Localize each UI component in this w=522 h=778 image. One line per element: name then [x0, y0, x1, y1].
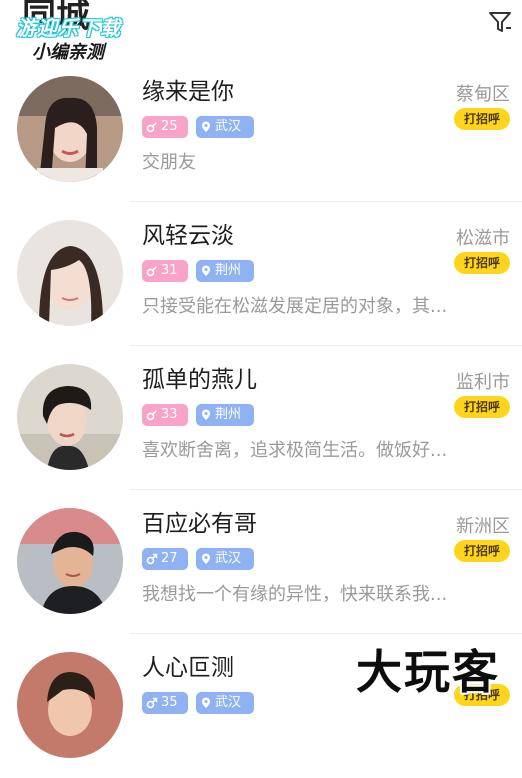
age-badge: 33 — [142, 404, 188, 426]
user-bio: 交朋友 — [142, 152, 196, 173]
user-bio: 我想找一个有缘的异性，快来联系我... — [142, 584, 448, 605]
avatar[interactable] — [17, 508, 123, 614]
greet-button[interactable]: 打招呼 — [454, 396, 510, 418]
filter-icon[interactable] — [486, 8, 514, 36]
age-value: 33 — [161, 407, 178, 422]
age-value: 25 — [161, 119, 178, 134]
location-pin-icon — [202, 697, 210, 708]
user-name: 缘来是你 — [142, 79, 234, 105]
district-label: 蔡甸区 — [456, 84, 510, 105]
age-value: 31 — [161, 263, 178, 278]
greet-button[interactable]: 打招呼 — [454, 540, 510, 562]
list-item[interactable]: 百应必有哥 新洲区 打招呼 27 武汉 我想找一个有缘的异性，快来联系我... — [0, 490, 522, 634]
male-icon — [146, 553, 158, 565]
city-value: 武汉 — [215, 119, 242, 134]
greet-button[interactable]: 打招呼 — [454, 108, 510, 130]
city-value: 武汉 — [215, 695, 242, 710]
list-item[interactable]: 孤单的燕儿 监利市 打招呼 33 荆州 喜欢断舍离，追求极简生活。做饭好... — [0, 346, 522, 490]
location-pin-icon — [202, 553, 210, 564]
female-icon — [146, 121, 158, 133]
age-value: 35 — [161, 695, 178, 710]
user-bio: 喜欢断舍离，追求极简生活。做饭好... — [142, 440, 448, 461]
location-pin-icon — [202, 409, 210, 420]
district-label: 松滋市 — [456, 228, 510, 249]
city-value: 荆州 — [215, 407, 242, 422]
city-badge: 武汉 — [196, 548, 254, 570]
user-name: 风轻云淡 — [142, 223, 234, 249]
city-value: 荆州 — [215, 263, 242, 278]
watermark-bottom: 大玩客 — [356, 645, 500, 699]
user-bio: 只接受能在松滋发展定居的对象，其... — [142, 296, 448, 317]
city-badge: 荆州 — [196, 260, 254, 282]
user-name: 人心叵测 — [142, 655, 234, 681]
city-badge: 武汉 — [196, 692, 254, 714]
avatar[interactable] — [17, 652, 123, 758]
list-item[interactable]: 风轻云淡 松滋市 打招呼 31 荆州 只接受能在松滋发展定居的对象，其... — [0, 202, 522, 346]
user-name: 孤单的燕儿 — [142, 367, 257, 393]
male-icon — [146, 697, 158, 709]
district-label: 新洲区 — [456, 516, 510, 537]
user-name: 百应必有哥 — [142, 511, 257, 537]
watermark-logo: 游迎乐下载 小编亲测 — [12, 8, 152, 63]
age-badge: 31 — [142, 260, 188, 282]
avatar[interactable] — [17, 364, 123, 470]
city-badge: 武汉 — [196, 116, 254, 138]
age-badge: 27 — [142, 548, 188, 570]
age-value: 27 — [161, 551, 178, 566]
avatar[interactable] — [17, 76, 123, 182]
watermark-line1: 游迎乐下载 — [16, 16, 121, 40]
age-badge: 35 — [142, 692, 188, 714]
age-badge: 25 — [142, 116, 188, 138]
location-pin-icon — [202, 265, 210, 276]
location-pin-icon — [202, 121, 210, 132]
district-label: 监利市 — [456, 372, 510, 393]
city-badge: 荆州 — [196, 404, 254, 426]
female-icon — [146, 265, 158, 277]
list-item[interactable]: 缘来是你 蔡甸区 打招呼 25 武汉 交朋友 — [0, 58, 522, 202]
female-icon — [146, 409, 158, 421]
city-value: 武汉 — [215, 551, 242, 566]
avatar[interactable] — [17, 220, 123, 326]
greet-button[interactable]: 打招呼 — [454, 252, 510, 274]
